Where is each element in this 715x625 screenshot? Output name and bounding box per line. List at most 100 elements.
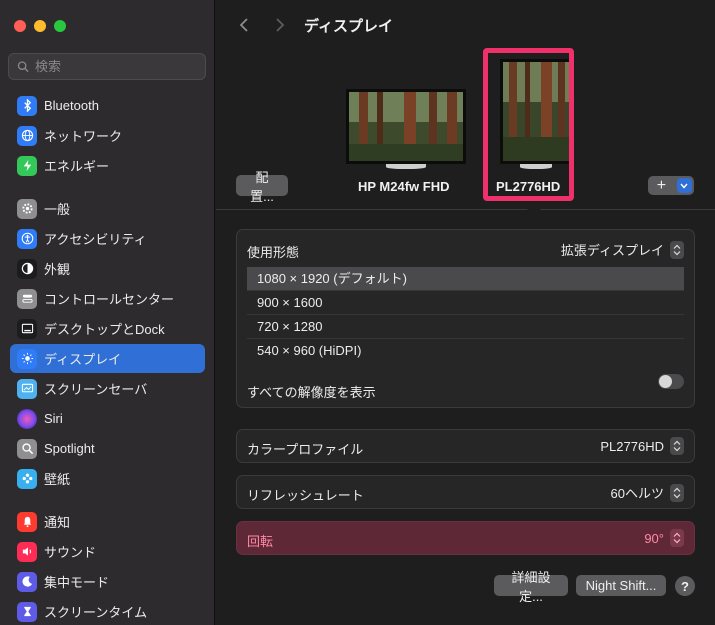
rotation-select[interactable]: 90°	[644, 529, 684, 547]
show-all-resolutions-toggle[interactable]	[658, 374, 684, 389]
updown-chevron-icon	[670, 529, 684, 547]
sidebar-item-label: 一般	[44, 202, 71, 217]
sidebar-item-label: スクリーンタイム	[44, 605, 148, 620]
close-window-button[interactable]	[14, 20, 26, 32]
search-field[interactable]	[8, 53, 206, 80]
chevron-left-icon	[239, 18, 248, 32]
sidebar-item-label: デスクトップとDock	[44, 322, 165, 337]
usage-select[interactable]: 拡張ディスプレイ	[561, 240, 684, 259]
sidebar-item-label: エネルギー	[44, 159, 110, 174]
magnifier-icon	[17, 438, 37, 459]
sidebar-item-label: 壁紙	[44, 472, 71, 487]
rotation-card: 回転 90°	[236, 521, 695, 555]
sidebar-item-desktop-dock[interactable]: デスクトップとDock	[10, 314, 205, 343]
monitor-stand	[386, 164, 426, 169]
sidebar-item-screen-time[interactable]: スクリーンタイム	[10, 597, 205, 625]
bolt-icon	[17, 155, 37, 176]
sidebar-item-label: サウンド	[44, 545, 97, 560]
back-button[interactable]	[234, 14, 254, 36]
sidebar-item-label: 通知	[44, 515, 71, 530]
refresh-rate-card: リフレッシュレート 60ヘルツ	[236, 475, 695, 509]
resolution-card: 使用形態 拡張ディスプレイ 1080 × 1920 (デフォルト) 900 × …	[236, 229, 695, 408]
dock-icon	[17, 318, 37, 339]
sidebar-item-accessibility[interactable]: アクセシビリティ	[10, 224, 205, 253]
minimize-window-button[interactable]	[34, 20, 46, 32]
sidebar-item-control-center[interactable]: コントロールセンター	[10, 284, 205, 313]
toolbar: ディスプレイ	[216, 0, 715, 50]
main-pane: ディスプレイ 配置... HP M24fw FHD PL2776HD + 使用形…	[216, 0, 715, 625]
resolution-list: 1080 × 1920 (デフォルト) 900 × 1600 720 × 128…	[247, 267, 684, 363]
flower-icon	[17, 468, 37, 489]
advanced-settings-button[interactable]: 詳細設定...	[494, 570, 568, 604]
sidebar-item-spotlight[interactable]: Spotlight	[10, 434, 205, 463]
sidebar-item-appearance[interactable]: 外観	[10, 254, 205, 283]
add-display-control[interactable]: +	[648, 176, 694, 195]
add-display-menu[interactable]	[676, 178, 692, 193]
siri-icon	[17, 408, 37, 429]
sidebar-item-wallpaper[interactable]: 壁紙	[10, 464, 205, 493]
refresh-rate-value: 60ヘルツ	[610, 486, 664, 501]
sidebar-item-label: コントロールセンター	[44, 292, 175, 307]
chevron-down-icon	[680, 183, 688, 189]
screensaver-icon	[17, 378, 37, 399]
rotation-label: 回転	[247, 534, 274, 549]
color-profile-select[interactable]: PL2776HD	[600, 437, 684, 455]
globe-icon	[17, 125, 37, 146]
monitor-a-name: HP M24fw FHD	[358, 179, 450, 194]
resolution-option[interactable]: 540 × 960 (HiDPI)	[247, 339, 684, 363]
appearance-icon	[17, 258, 37, 279]
sidebar-item-label: ネットワーク	[44, 129, 123, 144]
accessibility-icon	[17, 228, 37, 249]
window-controls	[14, 20, 66, 32]
sidebar-item-label: アクセシビリティ	[44, 232, 147, 247]
sidebar-item-sound[interactable]: サウンド	[10, 537, 205, 566]
sidebar: Bluetooth ネットワーク エネルギー 一般 アクセシビリティ 外観	[0, 0, 215, 625]
forward-button[interactable]	[270, 14, 290, 36]
moon-icon	[17, 571, 37, 592]
arrange-button[interactable]: 配置...	[236, 170, 288, 204]
sidebar-item-general[interactable]: 一般	[10, 194, 205, 223]
display-arrangement: 配置... HP M24fw FHD PL2776HD +	[216, 48, 715, 211]
night-shift-button[interactable]: Night Shift...	[576, 575, 666, 596]
selection-caret	[526, 203, 542, 211]
color-profile-label: カラープロファイル	[247, 442, 364, 457]
sidebar-item-notifications[interactable]: 通知	[10, 507, 205, 536]
speaker-icon	[17, 541, 37, 562]
sidebar-item-label: 集中モード	[44, 575, 110, 590]
show-all-resolutions-label: すべての解像度を表示	[247, 385, 376, 400]
page-title: ディスプレイ	[304, 18, 393, 35]
sidebar-item-bluetooth[interactable]: Bluetooth	[10, 91, 205, 120]
sidebar-item-label: Siri	[44, 411, 63, 426]
sidebar-item-label: Bluetooth	[44, 98, 99, 113]
sun-icon	[17, 348, 37, 369]
help-button[interactable]: ?	[675, 576, 695, 596]
sidebar-item-energy[interactable]: エネルギー	[10, 151, 205, 180]
monitor-hp[interactable]	[346, 89, 466, 164]
sidebar-item-network[interactable]: ネットワーク	[10, 121, 205, 150]
resolution-option[interactable]: 1080 × 1920 (デフォルト)	[247, 267, 684, 291]
sidebar-item-label: ディスプレイ	[44, 352, 122, 367]
resolution-option[interactable]: 720 × 1280	[247, 315, 684, 339]
forest-wallpaper-thumbnail	[349, 92, 463, 161]
sidebar-item-label: Spotlight	[44, 441, 95, 456]
refresh-rate-label: リフレッシュレート	[247, 488, 364, 503]
sidebar-item-focus[interactable]: 集中モード	[10, 567, 205, 596]
search-input[interactable]	[35, 59, 205, 74]
updown-chevron-icon	[670, 483, 684, 502]
sidebar-item-siri[interactable]: Siri	[10, 404, 205, 433]
refresh-rate-select[interactable]: 60ヘルツ	[611, 483, 684, 502]
updown-chevron-icon	[670, 437, 684, 455]
updown-chevron-icon	[670, 240, 684, 259]
zoom-window-button[interactable]	[54, 20, 66, 32]
sidebar-item-displays[interactable]: ディスプレイ	[10, 344, 205, 373]
control-center-icon	[17, 288, 37, 309]
toggle-knob	[659, 375, 672, 388]
bell-icon	[17, 511, 37, 532]
rotation-value: 90°	[644, 530, 664, 546]
add-display-button[interactable]: +	[648, 176, 675, 195]
sidebar-item-screensaver[interactable]: スクリーンセーバ	[10, 374, 205, 403]
color-profile-card: カラープロファイル PL2776HD	[236, 429, 695, 463]
hourglass-icon	[17, 601, 37, 622]
resolution-option[interactable]: 900 × 1600	[247, 291, 684, 315]
usage-value: 拡張ディスプレイ	[560, 243, 664, 258]
